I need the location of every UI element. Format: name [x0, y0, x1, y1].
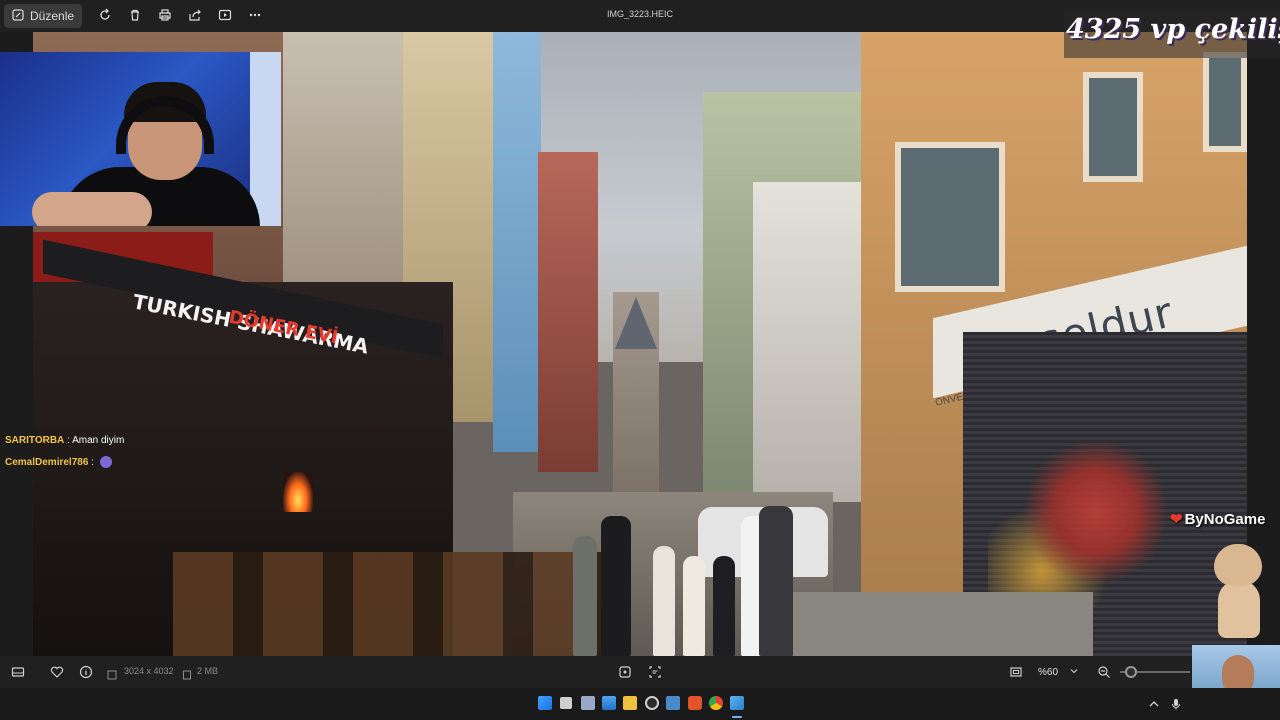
chat-message: CemalDemirel786 : [5, 452, 124, 474]
sponsor-name: ByNoGame [1184, 511, 1266, 528]
chat-text: Aman diyim [72, 435, 125, 446]
steam-icon[interactable] [645, 696, 659, 710]
giveaway-banner: 4325 vp çekiliş [1064, 10, 1280, 58]
bynogame-logo-icon: ❤ [1170, 511, 1183, 528]
dancing-cat-gif [1206, 540, 1272, 640]
chat-message: SARITORBA : Aman diyim [5, 435, 125, 446]
active-app-indicator [732, 716, 742, 718]
file-size: 2 MB [197, 666, 219, 676]
settings-icon[interactable] [666, 696, 680, 710]
photos-app-window: Düzenle IMG_3223.HEIC seldur ONVEC TURKI… [0, 0, 1280, 720]
chevron-up-icon[interactable] [1148, 697, 1160, 709]
grill-fire [283, 472, 313, 512]
webcam-streamer-hand [32, 192, 152, 226]
pedestrian [653, 546, 675, 656]
slideshow-icon [218, 8, 232, 25]
zoom-slider-thumb[interactable] [1125, 666, 1137, 678]
streamer-webcam [0, 52, 281, 226]
rotate-button[interactable] [92, 4, 118, 28]
more-icon [248, 8, 262, 25]
delete-icon [128, 8, 142, 25]
zoom-level-dropdown[interactable]: %60 [1030, 661, 1086, 683]
crowd [563, 502, 803, 656]
edit-icon [12, 8, 24, 24]
windows-start-icon[interactable] [538, 696, 552, 710]
microphone-icon[interactable] [1170, 697, 1182, 710]
photo-window [895, 142, 1005, 292]
print-button[interactable] [152, 4, 178, 28]
galata-tower-roof [615, 297, 657, 349]
file-explorer-icon[interactable] [623, 696, 637, 710]
file-size-icon [182, 667, 192, 680]
bottom-info-bar: 3024 x 4032 2 MB %60 [0, 656, 1280, 688]
outdoor-tables [173, 552, 603, 656]
browser-icon[interactable] [688, 696, 702, 710]
photo-window [1083, 72, 1143, 182]
favorite-icon[interactable] [50, 665, 64, 679]
windows-taskbar [0, 688, 1280, 720]
fit-icon[interactable] [1009, 665, 1023, 679]
photos-icon[interactable] [730, 696, 744, 710]
share-icon [188, 8, 202, 25]
zoom-out-icon[interactable] [1097, 665, 1111, 679]
photo-building [753, 182, 863, 502]
chat-username: SARITORBA [5, 435, 65, 446]
emote-icon [99, 456, 112, 469]
more-button[interactable] [242, 4, 268, 28]
info-icon[interactable] [79, 665, 93, 679]
cat-body [1218, 580, 1260, 638]
task-view-icon[interactable] [560, 697, 572, 709]
pedestrian [759, 506, 793, 656]
print-icon [158, 8, 172, 25]
cat-head [1214, 544, 1262, 586]
share-button[interactable] [182, 4, 208, 28]
chevron-down-icon [1070, 667, 1078, 678]
chat-username: CemalDemirel786 [5, 457, 89, 468]
chrome-icon[interactable] [709, 696, 723, 710]
slideshow-button[interactable] [212, 4, 238, 28]
photo-sidewalk [793, 592, 1093, 656]
crop-icon[interactable] [618, 665, 632, 679]
rotate-icon [98, 8, 112, 25]
edit-button[interactable]: Düzenle [4, 4, 83, 28]
photo-building [493, 32, 541, 452]
giveaway-title: 4325 vp çekiliş [1066, 14, 1280, 45]
pedestrian [683, 556, 705, 656]
image-dimensions-icon [107, 667, 117, 680]
widgets-icon[interactable] [602, 696, 616, 710]
webcam-background-light [250, 52, 281, 226]
photo-window [1203, 52, 1247, 152]
image-dimensions: 3024 x 4032 [124, 666, 174, 676]
sponsor-logo: ❤ ByNoGame [1170, 510, 1265, 528]
zoom-level: %60 [1038, 666, 1059, 678]
app-icon[interactable] [581, 696, 595, 710]
ocr-icon[interactable] [648, 665, 662, 679]
photo-building [538, 152, 598, 472]
pedestrian [713, 556, 735, 656]
pedestrian [601, 516, 631, 656]
edit-label: Düzenle [30, 9, 75, 23]
delete-button[interactable] [122, 4, 148, 28]
pedestrian [573, 536, 597, 656]
chat-overlay: SARITORBA : Aman diyim CemalDemirel786 : [5, 430, 124, 474]
filmstrip-icon[interactable] [11, 665, 25, 679]
